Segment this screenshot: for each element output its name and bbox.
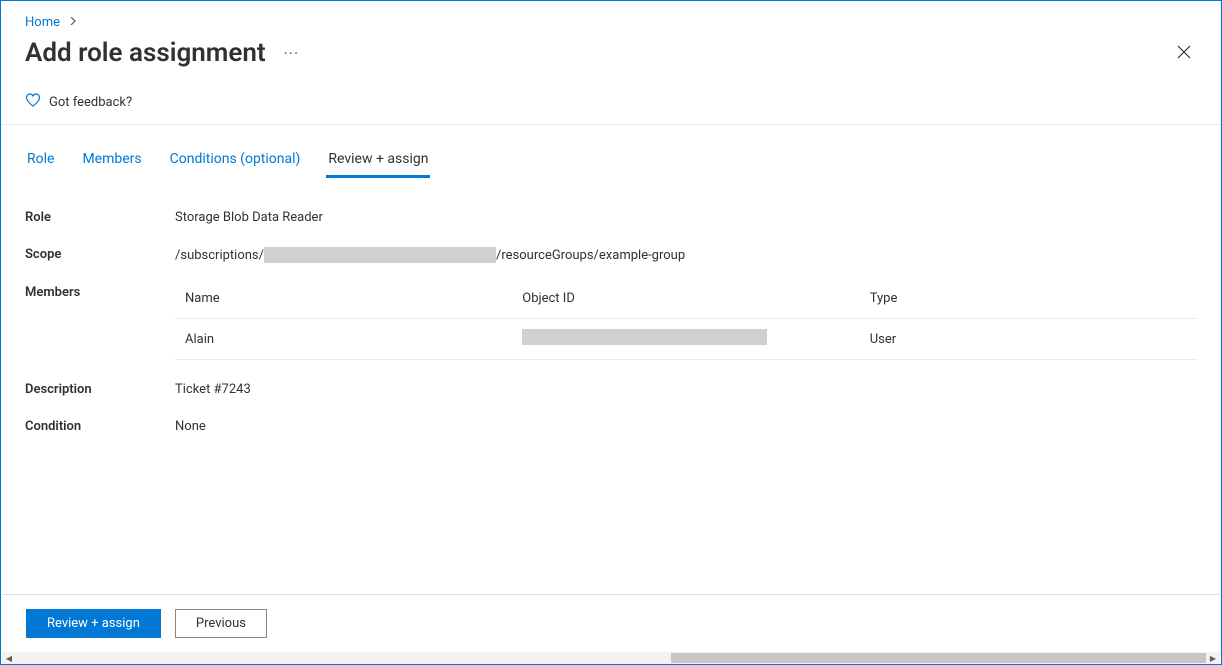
breadcrumb: Home (1, 1, 1221, 38)
member-type: User (860, 319, 1197, 360)
condition-value: None (175, 419, 206, 434)
scrollbar-thumb[interactable] (671, 653, 1207, 663)
tab-conditions[interactable]: Conditions (optional) (168, 147, 303, 178)
previous-button[interactable]: Previous (175, 609, 267, 638)
scroll-left-arrow-icon[interactable]: ◀ (2, 652, 16, 664)
feedback-bar[interactable]: Got feedback? (1, 78, 1221, 125)
scope-label: Scope (25, 247, 175, 262)
close-button[interactable] (1171, 39, 1197, 68)
more-actions-button[interactable]: ··· (280, 42, 304, 65)
page-title: Add role assignment (25, 38, 266, 68)
tab-review-assign[interactable]: Review + assign (326, 147, 430, 178)
scope-value: /subscriptions/ /resourceGroups/example-g… (175, 247, 685, 263)
members-col-name: Name (175, 285, 512, 319)
tabs: Role Members Conditions (optional) Revie… (1, 125, 1221, 178)
table-row[interactable]: Alain User (175, 319, 1197, 360)
page-header: Add role assignment ··· (1, 38, 1221, 78)
members-label: Members (25, 285, 175, 300)
tab-role[interactable]: Role (25, 147, 56, 178)
review-section: Role Storage Blob Data Reader Scope /sub… (1, 178, 1221, 468)
tab-members[interactable]: Members (80, 147, 143, 178)
role-value: Storage Blob Data Reader (175, 210, 323, 225)
horizontal-scrollbar[interactable]: ◀ ▶ (2, 652, 1220, 664)
members-col-type: Type (860, 285, 1197, 319)
breadcrumb-home-link[interactable]: Home (25, 15, 60, 30)
footer-bar: Review + assign Previous (2, 594, 1220, 652)
redacted-subscription-id (264, 247, 496, 263)
members-value: Name Object ID Type Alain User (175, 285, 1197, 360)
review-assign-button[interactable]: Review + assign (26, 609, 161, 638)
members-table: Name Object ID Type Alain User (175, 285, 1197, 360)
member-name: Alain (175, 319, 512, 360)
heart-icon (25, 92, 41, 112)
role-label: Role (25, 210, 175, 225)
condition-label: Condition (25, 419, 175, 434)
scope-suffix: /resourceGroups/example-group (496, 248, 685, 263)
redacted-object-id (522, 329, 767, 345)
scroll-right-arrow-icon[interactable]: ▶ (1206, 652, 1220, 664)
description-label: Description (25, 382, 175, 397)
description-value: Ticket #7243 (175, 382, 251, 397)
feedback-link[interactable]: Got feedback? (49, 95, 132, 110)
members-col-objectid: Object ID (512, 285, 859, 319)
scrollbar-track[interactable] (16, 652, 1206, 664)
close-icon (1177, 45, 1191, 62)
chevron-right-icon (69, 14, 77, 29)
scope-prefix: /subscriptions/ (175, 248, 264, 263)
member-objectid (512, 319, 859, 360)
